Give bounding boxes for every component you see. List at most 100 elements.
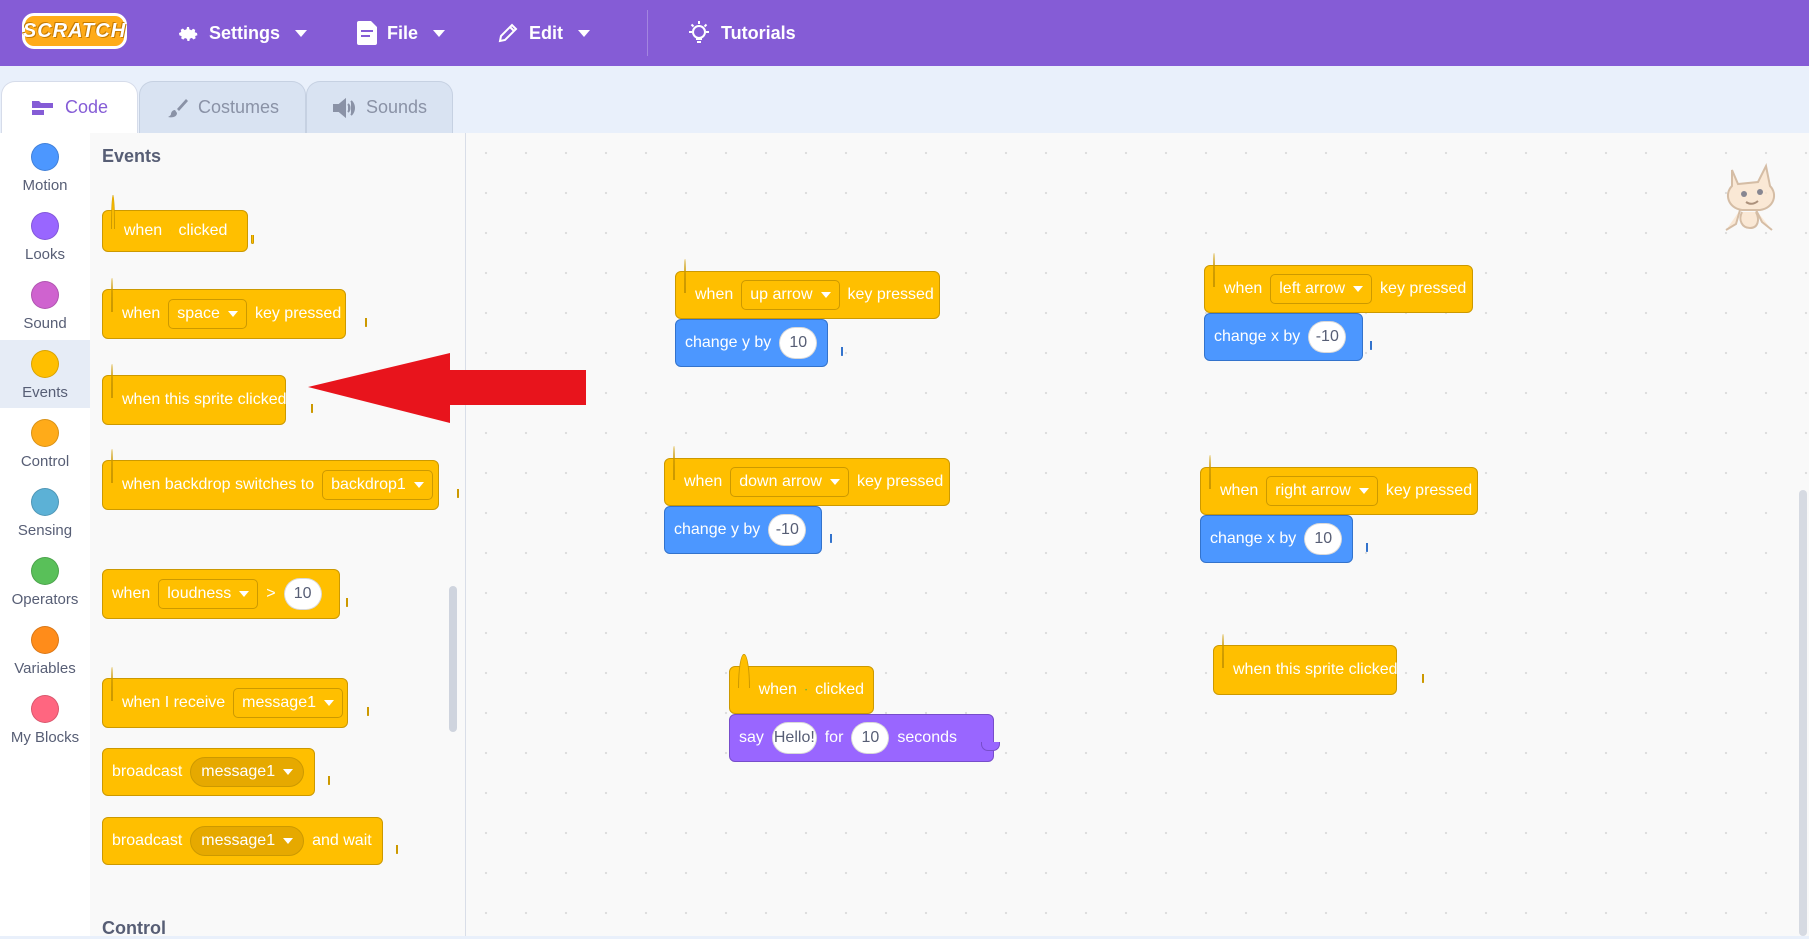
palette-header-events: Events	[102, 146, 161, 167]
value-input[interactable]: -10	[1308, 321, 1346, 353]
value-input[interactable]: -10	[768, 514, 806, 546]
palette-block-broadcast-and-wait[interactable]: broadcast message1 and wait	[102, 817, 383, 865]
category-label: Operators	[12, 591, 79, 608]
palette-block-when-key-pressed[interactable]: when space key pressed	[102, 289, 346, 339]
dropdown-caret-icon	[283, 838, 293, 844]
palette-scrollbar[interactable]	[449, 586, 457, 732]
seconds-input[interactable]: 10	[851, 722, 889, 754]
message-dropdown[interactable]: message1	[233, 688, 343, 718]
tab-sounds[interactable]: Sounds	[306, 81, 453, 133]
palette-block-when-i-receive[interactable]: when I receive message1	[102, 678, 348, 728]
category-events[interactable]: Events	[0, 340, 90, 408]
message-dropdown[interactable]: message1	[190, 826, 304, 856]
events-dot-icon	[31, 350, 59, 378]
block-text: when backdrop switches to	[122, 476, 314, 494]
dropdown-value: right arrow	[1275, 482, 1351, 500]
speaker-icon	[332, 97, 356, 119]
category-label: Sensing	[18, 522, 72, 539]
category-looks[interactable]: Looks	[0, 202, 90, 270]
block-text: key pressed	[1380, 280, 1466, 298]
block-text: change x by	[1210, 530, 1296, 548]
category-my-blocks[interactable]: My Blocks	[0, 685, 90, 753]
dropdown-caret-icon	[324, 700, 334, 706]
dropdown-value: message1	[201, 832, 275, 850]
tutorials-button[interactable]: Tutorials	[686, 0, 796, 66]
category-operators[interactable]: Operators	[0, 547, 90, 615]
workspace-block-change-x-by[interactable]: change x by 10	[1200, 515, 1353, 563]
category-label: My Blocks	[11, 729, 79, 746]
key-dropdown[interactable]: down arrow	[730, 467, 849, 497]
value-input[interactable]: 10	[779, 327, 817, 359]
palette-block-when-sprite-clicked[interactable]: when this sprite clicked	[102, 375, 286, 425]
value-input[interactable]: 10	[1304, 523, 1342, 555]
variables-dot-icon	[31, 626, 59, 654]
edit-menu[interactable]: Edit	[496, 0, 590, 66]
settings-menu[interactable]: Settings	[176, 0, 307, 66]
scratch-logo[interactable]: SCRATCH	[22, 13, 127, 49]
backdrop-dropdown[interactable]: backdrop1	[322, 470, 433, 500]
block-text: change y by	[685, 334, 771, 352]
block-text: key pressed	[857, 473, 943, 491]
category-motion[interactable]: Motion	[0, 133, 90, 201]
key-dropdown[interactable]: space	[168, 299, 247, 329]
category-sensing[interactable]: Sensing	[0, 478, 90, 546]
workspace-scrollbar[interactable]	[1799, 490, 1807, 936]
workspace-block-when-right-arrow-pressed[interactable]: when right arrow key pressed	[1200, 467, 1478, 515]
workspace-block-when-left-arrow-pressed[interactable]: when left arrow key pressed	[1204, 265, 1473, 313]
tab-code[interactable]: Code	[1, 81, 138, 133]
gear-icon	[176, 21, 200, 45]
category-sound[interactable]: Sound	[0, 271, 90, 339]
block-text: when I receive	[122, 694, 225, 712]
chevron-down-icon	[295, 30, 307, 37]
chevron-down-icon	[578, 30, 590, 37]
looks-dot-icon	[31, 212, 59, 240]
workspace-block-say-for-seconds[interactable]: say Hello! for 10 seconds	[729, 714, 994, 762]
block-text: clicked	[179, 222, 228, 240]
message-input[interactable]: Hello!	[772, 722, 817, 754]
sensing-dot-icon	[31, 488, 59, 516]
tab-sounds-label: Sounds	[366, 97, 427, 118]
dropdown-caret-icon	[1353, 286, 1363, 292]
palette-block-when-flag-clicked[interactable]: when clicked	[102, 210, 248, 252]
block-text: say	[739, 729, 764, 747]
tab-costumes[interactable]: Costumes	[139, 81, 306, 133]
sprite-cat-icon	[1712, 160, 1786, 238]
block-text: broadcast	[112, 763, 182, 781]
workspace-block-change-y-by[interactable]: change y by -10	[664, 506, 822, 554]
block-notch	[1422, 674, 1424, 683]
dropdown-value: message1	[201, 763, 275, 781]
block-notch	[251, 235, 254, 244]
workspace-block-when-up-arrow-pressed[interactable]: when up arrow key pressed	[675, 271, 940, 319]
category-variables[interactable]: Variables	[0, 616, 90, 684]
block-text: when	[122, 305, 160, 323]
palette-block-when-greater-than[interactable]: when loudness > 10	[102, 569, 340, 619]
block-notch	[457, 489, 459, 498]
value-input[interactable]: 10	[284, 578, 322, 610]
key-dropdown[interactable]: left arrow	[1270, 274, 1372, 304]
palette-block-broadcast[interactable]: broadcast message1	[102, 748, 315, 796]
message-dropdown[interactable]: message1	[190, 757, 304, 787]
sensor-dropdown[interactable]: loudness	[158, 579, 258, 609]
control-dot-icon	[31, 419, 59, 447]
category-menu: Motion Looks Sound Events Control Sensin…	[0, 133, 91, 936]
block-notch	[328, 776, 330, 785]
key-dropdown[interactable]: right arrow	[1266, 476, 1378, 506]
workspace-block-change-x-by[interactable]: change x by -10	[1204, 313, 1363, 361]
block-text: broadcast	[112, 832, 182, 850]
workspace-block-when-flag-clicked[interactable]: when clicked	[729, 666, 874, 714]
workspace-block-when-down-arrow-pressed[interactable]: when down arrow key pressed	[664, 458, 950, 506]
dropdown-caret-icon	[239, 591, 249, 597]
block-text: when	[124, 222, 162, 240]
dropdown-value: left arrow	[1279, 280, 1345, 298]
key-dropdown[interactable]: up arrow	[741, 280, 839, 310]
category-control[interactable]: Control	[0, 409, 90, 477]
palette-block-when-backdrop-switches[interactable]: when backdrop switches to backdrop1	[102, 460, 439, 510]
file-menu[interactable]: File	[356, 0, 445, 66]
category-label: Sound	[23, 315, 66, 332]
my-blocks-dot-icon	[31, 695, 59, 723]
workspace-block-when-sprite-clicked[interactable]: when this sprite clicked	[1213, 645, 1397, 695]
workspace-block-change-y-by[interactable]: change y by 10	[675, 319, 828, 367]
category-label: Control	[21, 453, 69, 470]
category-label: Looks	[25, 246, 65, 263]
operators-dot-icon	[31, 557, 59, 585]
